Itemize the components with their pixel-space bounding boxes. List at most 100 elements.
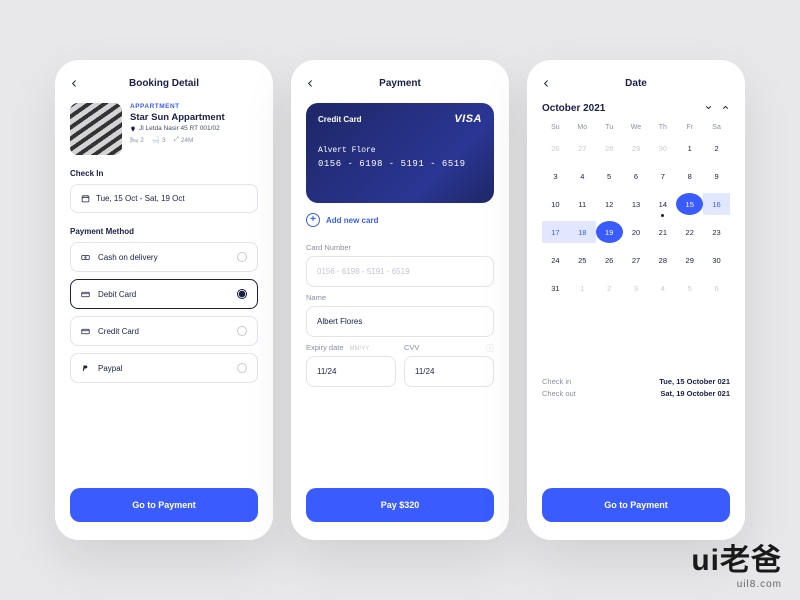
chevron-down-icon[interactable]	[704, 103, 713, 114]
calendar-day[interactable]: 29	[676, 249, 703, 271]
calendar-day[interactable]: 3	[542, 165, 569, 187]
calendar-day[interactable]: 20	[623, 221, 650, 243]
pin-icon	[130, 126, 136, 132]
calendar-day[interactable]: 30	[649, 137, 676, 159]
card-holder-name: Alvert Flore	[318, 146, 482, 155]
back-icon[interactable]	[542, 79, 551, 88]
pay-option-cod[interactable]: Cash on delivery	[70, 242, 258, 272]
listing-card[interactable]: APPARTMENT Star Sun Appartment Jl Letda …	[70, 103, 258, 155]
credit-card[interactable]: Credit Card VISA Alvert Flore 0156 - 619…	[306, 103, 494, 203]
pay-button[interactable]: Pay $320	[306, 488, 494, 522]
weekday: Su	[542, 124, 569, 131]
radio-icon	[237, 252, 247, 262]
calendar-day[interactable]: 28	[596, 137, 623, 159]
watermark-url: uil8.com	[691, 579, 782, 590]
calendar-day[interactable]: 4	[649, 277, 676, 299]
chevron-up-icon[interactable]	[721, 103, 730, 114]
calendar-day[interactable]: 21	[649, 221, 676, 243]
calendar-day[interactable]: 10	[542, 193, 569, 215]
go-to-payment-button[interactable]: Go to Payment	[542, 488, 730, 522]
pay-option-debit[interactable]: Debit Card	[70, 279, 258, 309]
pay-option-paypal[interactable]: Paypal	[70, 353, 258, 383]
page-title: Booking Detail	[129, 78, 199, 89]
calendar-day[interactable]: 28	[649, 249, 676, 271]
calendar-day[interactable]: 16	[703, 193, 730, 215]
back-icon[interactable]	[306, 79, 315, 88]
month-title: October 2021	[542, 103, 605, 114]
calendar-day[interactable]: 22	[676, 221, 703, 243]
calendar-day[interactable]: 2	[703, 137, 730, 159]
calendar-day[interactable]: 1	[569, 277, 596, 299]
calendar-day[interactable]: 23	[703, 221, 730, 243]
page-title: Date	[625, 78, 647, 89]
calendar-day[interactable]: 24	[542, 249, 569, 271]
calendar-day[interactable]: 14	[649, 193, 676, 215]
watermark: ui老爸 uil8.com	[691, 535, 782, 590]
add-card-label: Add new card	[326, 216, 378, 225]
calendar-day[interactable]: 11	[569, 193, 596, 215]
go-to-payment-button[interactable]: Go to Payment	[70, 488, 258, 522]
back-icon[interactable]	[70, 79, 79, 88]
name-input[interactable]: Albert Flores	[306, 306, 494, 337]
pay-option-credit[interactable]: Credit Card	[70, 316, 258, 346]
listing-name: Star Sun Appartment	[130, 112, 258, 123]
calendar-day[interactable]: 29	[623, 137, 650, 159]
calendar-day[interactable]: 4	[569, 165, 596, 187]
date-field[interactable]: Tue, 15 Oct - Sat, 19 Oct	[70, 184, 258, 213]
paypal-icon	[81, 364, 90, 373]
visa-icon: VISA	[454, 113, 482, 125]
calendar-grid: 2627282930123456789101112131415161718192…	[542, 137, 730, 299]
calendar-day[interactable]: 18	[569, 221, 596, 243]
calendar-day[interactable]: 30	[703, 249, 730, 271]
weekday: Th	[649, 124, 676, 131]
calendar-day[interactable]: 6	[623, 165, 650, 187]
info-icon[interactable]: ⓘ	[486, 343, 494, 354]
calendar-day[interactable]: 2	[596, 277, 623, 299]
calendar-day[interactable]: 19	[596, 221, 623, 243]
header: Date	[542, 78, 730, 89]
address-text: Jl Letda Nasir 45 RT 001/02	[139, 125, 220, 132]
calendar-day[interactable]: 9	[703, 165, 730, 187]
booking-screen: Booking Detail APPARTMENT Star Sun Appar…	[55, 60, 273, 540]
date-screen: Date October 2021 SuMoTuWeThFrSa 2627282…	[527, 60, 745, 540]
bath-icon: 🛁 3	[152, 136, 166, 144]
date-summary: Check inTue, 15 October 021 Check outSat…	[542, 377, 730, 401]
listing-tag: APPARTMENT	[130, 103, 258, 110]
weekday: We	[623, 124, 650, 131]
expiry-input[interactable]: 11/24	[306, 356, 396, 387]
weekday: Sa	[703, 124, 730, 131]
calendar-day[interactable]: 5	[596, 165, 623, 187]
add-card-button[interactable]: + Add new card	[306, 213, 494, 227]
calendar-day[interactable]: 5	[676, 277, 703, 299]
calendar-day[interactable]: 12	[596, 193, 623, 215]
calendar-day[interactable]: 3	[623, 277, 650, 299]
calendar-day[interactable]: 31	[542, 277, 569, 299]
card-number-display: 0156 - 6198 - 5191 - 6519	[318, 159, 482, 169]
calendar-day[interactable]: 26	[596, 249, 623, 271]
calendar-day[interactable]: 8	[676, 165, 703, 187]
weekday: Tu	[596, 124, 623, 131]
watermark-text: ui老爸	[691, 535, 782, 579]
pay-option-label: Paypal	[98, 364, 122, 373]
calendar-day[interactable]: 13	[623, 193, 650, 215]
calendar-day[interactable]: 27	[569, 137, 596, 159]
calendar-day[interactable]: 7	[649, 165, 676, 187]
weekday: Fr	[676, 124, 703, 131]
calendar-day[interactable]: 26	[542, 137, 569, 159]
calendar-day[interactable]: 1	[676, 137, 703, 159]
date-value: Tue, 15 Oct - Sat, 19 Oct	[96, 194, 185, 203]
checkin-value: Tue, 15 October 021	[659, 377, 730, 386]
bed-icon: 🛏 2	[130, 136, 144, 144]
card-number-input[interactable]: 0156 - 6198 - 5191 - 6519	[306, 256, 494, 287]
calendar-day[interactable]: 6	[703, 277, 730, 299]
cvv-input[interactable]: 11/24	[404, 356, 494, 387]
calendar-day[interactable]: 27	[623, 249, 650, 271]
calendar-day[interactable]: 17	[542, 221, 569, 243]
radio-icon	[237, 363, 247, 373]
calendar-day[interactable]: 15	[676, 193, 703, 215]
weekday: Mo	[569, 124, 596, 131]
cvv-label: CVVⓘ	[404, 343, 494, 352]
calendar-day[interactable]: 25	[569, 249, 596, 271]
expiry-label: Expiry dateMM/YY	[306, 343, 396, 352]
listing-thumbnail	[70, 103, 122, 155]
